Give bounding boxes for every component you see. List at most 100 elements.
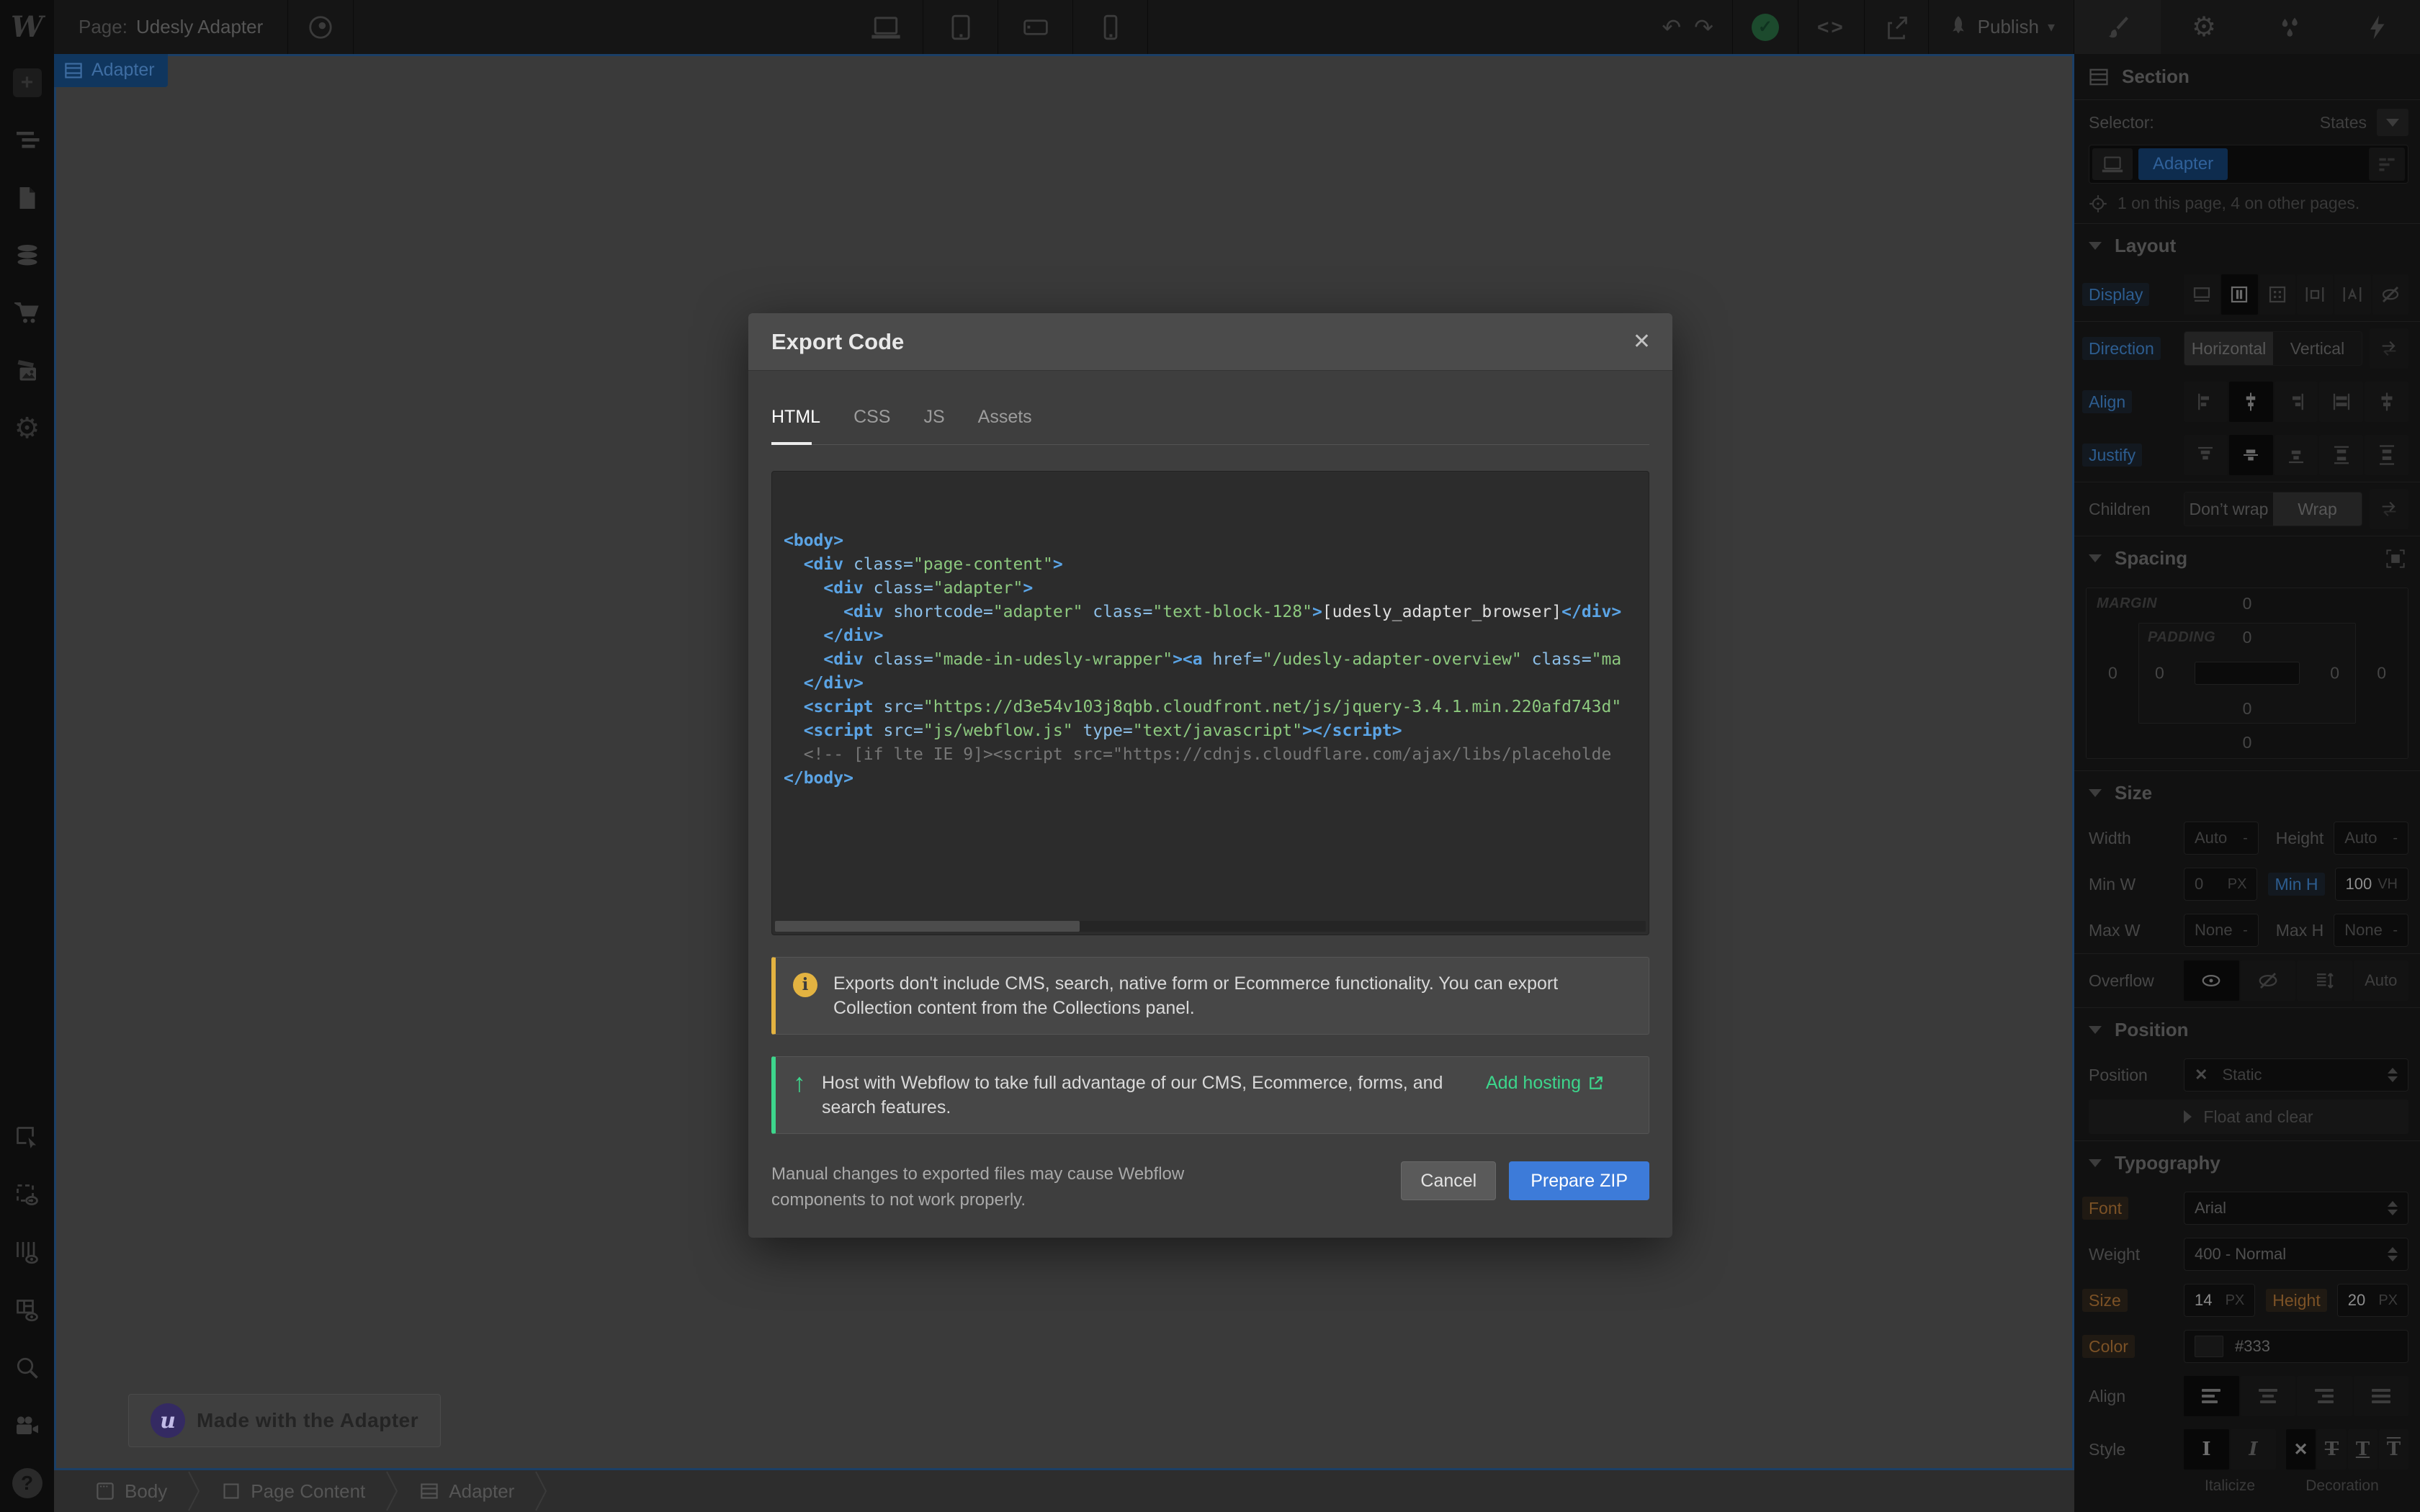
text-align-justify-button[interactable] [2354,1376,2409,1416]
code-viewer[interactable]: <body> <div class="page-content"> <div c… [771,471,1649,935]
typography-section-header[interactable]: Typography [2074,1141,2420,1185]
overflow-scroll-button[interactable] [2297,960,2352,1001]
align-baseline-button[interactable] [2365,382,2408,422]
text-align-right-button[interactable] [2297,1376,2352,1416]
margin-top-value[interactable]: 0 [2243,594,2252,613]
assets-button[interactable] [0,342,54,400]
line-height-input[interactable]: 20PX [2337,1284,2408,1317]
padding-top-value[interactable]: 0 [2243,628,2252,647]
layout-section-header[interactable]: Layout [2074,224,2420,268]
breadcrumb-item-page-content[interactable]: Page Content [202,1470,385,1512]
selector-field[interactable]: Adapter [2089,145,2408,184]
justify-end-button[interactable] [2275,435,2318,475]
spacing-editor[interactable]: MARGIN 0 0 0 0 PADDING 0 0 0 0 [2086,588,2408,759]
padding-bottom-value[interactable]: 0 [2243,699,2252,719]
max-w-input[interactable]: None- [2184,914,2259,947]
cancel-button[interactable]: Cancel [1401,1161,1496,1200]
ecommerce-button[interactable] [0,284,54,342]
close-icon[interactable]: ✕ [1633,331,1651,353]
align-stretch-button[interactable] [2319,382,2363,422]
align-center-button[interactable] [2229,382,2273,422]
overflow-visible-button[interactable] [2184,960,2239,1001]
font-size-input[interactable]: 14PX [2184,1284,2255,1317]
states-dropdown[interactable] [2377,109,2408,136]
display-inline-button[interactable] [2334,274,2370,315]
height-input[interactable]: Auto- [2334,822,2408,855]
justify-start-button[interactable] [2184,435,2228,475]
decoration-none-button[interactable]: ✕ [2286,1429,2316,1470]
margin-right-value[interactable]: 0 [2377,664,2386,683]
tab-js[interactable]: JS [923,407,944,428]
undo-button[interactable]: ↶ [1662,16,1681,39]
decoration-overline-button[interactable]: T [2379,1429,2408,1470]
display-flex-button[interactable] [2221,274,2257,315]
decoration-underline-button[interactable]: T [2348,1429,2378,1470]
share-button[interactable] [1865,0,1929,54]
class-list-button[interactable] [2369,148,2405,181]
position-section-header[interactable]: Position [2074,1008,2420,1052]
redo-button[interactable]: ↷ [1694,16,1713,39]
wrap-reverse-button[interactable] [2370,489,2408,529]
style-italic-button[interactable]: I [2231,1429,2276,1470]
margin-left-value[interactable]: 0 [2108,664,2118,683]
display-inline-block-button[interactable] [2297,274,2333,315]
style-normal-button[interactable]: I [2184,1429,2229,1470]
size-section-header[interactable]: Size [2074,771,2420,815]
justify-space-between-button[interactable] [2319,435,2363,475]
export-code-button[interactable]: <> [1798,0,1865,54]
add-hosting-link[interactable]: Add hosting [1486,1071,1604,1095]
max-h-input[interactable]: None- [2334,914,2408,947]
webflow-logo[interactable]: W [11,0,43,54]
min-h-input[interactable]: 100VH [2335,868,2408,901]
class-chip[interactable]: Adapter [2138,148,2228,180]
cms-collections-button[interactable] [0,227,54,284]
direction-vertical-button[interactable]: Vertical [2273,332,2362,365]
layouts-toggle-button[interactable] [0,1282,54,1339]
selection-tool-button[interactable] [0,1109,54,1166]
made-with-adapter-badge[interactable]: u Made with the Adapter [128,1394,441,1447]
justify-space-around-button[interactable] [2365,435,2408,475]
breakpoint-desktop-button[interactable] [848,0,923,54]
font-select[interactable]: Arial [2184,1192,2408,1225]
width-input[interactable]: Auto- [2184,822,2259,855]
display-grid-button[interactable] [2259,274,2295,315]
color-input[interactable]: #333 [2184,1330,2408,1363]
publish-menu-button[interactable]: Publish ▾ [1929,0,2074,54]
settings-panel-toggle[interactable]: ⚙ [2161,0,2247,54]
breakpoint-tablet-button[interactable] [923,0,998,54]
margin-bottom-value[interactable]: 0 [2243,733,2252,752]
horizontal-scrollbar[interactable] [775,921,1646,932]
spacing-link-icon[interactable] [2385,549,2406,569]
prepare-zip-button[interactable]: Prepare ZIP [1509,1161,1649,1200]
display-block-button[interactable] [2184,274,2220,315]
selected-element-tag[interactable]: Adapter [54,54,168,87]
quick-find-button[interactable] [0,1339,54,1397]
saved-status-button[interactable]: ✓ [1733,0,1798,54]
overflow-hidden-button[interactable] [2241,960,2296,1001]
xray-mode-button[interactable] [0,1166,54,1224]
breadcrumb-item-adapter[interactable]: Adapter [400,1470,534,1512]
tab-css[interactable]: CSS [853,407,890,428]
padding-left-value[interactable]: 0 [2155,664,2164,683]
project-settings-button[interactable]: ⚙ [0,400,54,457]
clear-position-icon[interactable]: ✕ [2195,1066,2208,1084]
text-align-center-button[interactable] [2241,1376,2296,1416]
padding-right-value[interactable]: 0 [2330,664,2339,683]
color-swatch[interactable] [2195,1336,2223,1357]
spacing-section-header[interactable]: Spacing [2074,536,2420,580]
float-clear-expander[interactable]: Float and clear [2074,1098,2420,1140]
scrollbar-thumb[interactable] [775,921,1080,932]
navigator-button[interactable] [0,112,54,169]
min-w-input[interactable]: 0PX [2184,868,2257,901]
guides-toggle-button[interactable] [0,1224,54,1282]
add-elements-button[interactable]: + [0,54,54,112]
tab-assets[interactable]: Assets [978,407,1032,428]
style-manager-panel-toggle[interactable] [2247,0,2334,54]
align-start-button[interactable] [2184,382,2228,422]
breakpoint-phone-landscape-button[interactable] [998,0,1073,54]
video-tutorials-button[interactable] [0,1397,54,1454]
preview-toggle-button[interactable] [288,0,354,54]
direction-reverse-button[interactable] [2370,328,2408,369]
display-none-button[interactable] [2372,274,2408,315]
dont-wrap-button[interactable]: Don’t wrap [2184,492,2273,526]
